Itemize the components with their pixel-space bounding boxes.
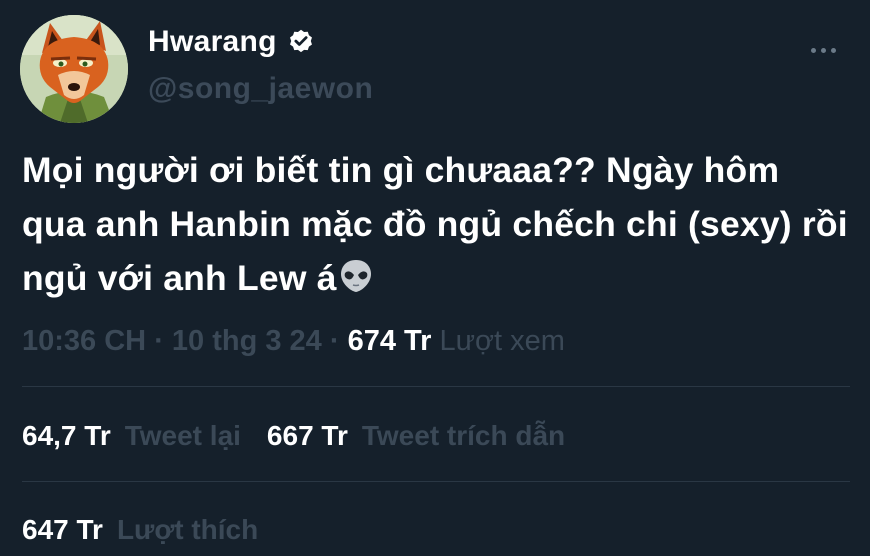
retweets-stat[interactable]: 64,7 Tr Tweet lại (22, 420, 241, 452)
verified-badge-icon (289, 29, 312, 53)
engagement-row: 64,7 Tr Tweet lại 667 Tr Tweet trích dẫn (22, 420, 565, 452)
meta-separator: · (154, 325, 172, 357)
tweet-text: Mọi người ơi biết tin gì chưaaa?? Ngày h… (22, 143, 852, 305)
views-count: 674 Tr (347, 325, 432, 357)
tweet-meta: 10:36 CH · 10 thg 3 24 · 674 Tr Lượt xem (22, 325, 565, 358)
likes-stat[interactable]: 647 Tr Lượt thích (22, 514, 258, 546)
divider (22, 386, 850, 387)
user-handle[interactable]: @song_jaewon (148, 72, 373, 106)
quotes-count: 667 Tr (266, 420, 348, 451)
retweets-label: Tweet lại (124, 420, 241, 451)
divider (22, 481, 850, 482)
fox-avatar-icon (20, 15, 128, 123)
display-name[interactable]: Hwarang (148, 25, 277, 59)
more-dot (821, 48, 826, 53)
meta-separator: · (329, 325, 348, 357)
tweet-detail: Hwarang @song_jaewon Mọi người ơi biết t… (0, 0, 870, 556)
more-dot (811, 48, 816, 53)
likes-row: 647 Tr Lượt thích (22, 514, 258, 546)
retweets-count: 64,7 Tr (22, 420, 111, 451)
likes-count: 647 Tr (22, 514, 103, 545)
likes-label: Lượt thích (116, 514, 259, 545)
quotes-stat[interactable]: 667 Tr Tweet trích dẫn (267, 420, 565, 452)
tweet-body: Mọi người ơi biết tin gì chưaaa?? Ngày h… (22, 150, 848, 298)
more-options-icon[interactable] (805, 42, 842, 59)
quotes-label: Tweet trích dẫn (361, 420, 566, 451)
alien-icon (340, 260, 371, 292)
tweet-time[interactable]: 10:36 CH (22, 325, 146, 357)
more-dot (831, 48, 836, 53)
avatar[interactable] (20, 15, 128, 123)
views-label: Lượt xem (439, 325, 565, 357)
user-name-row: Hwarang (148, 22, 315, 62)
tweet-date[interactable]: 10 thg 3 24 (172, 325, 322, 357)
